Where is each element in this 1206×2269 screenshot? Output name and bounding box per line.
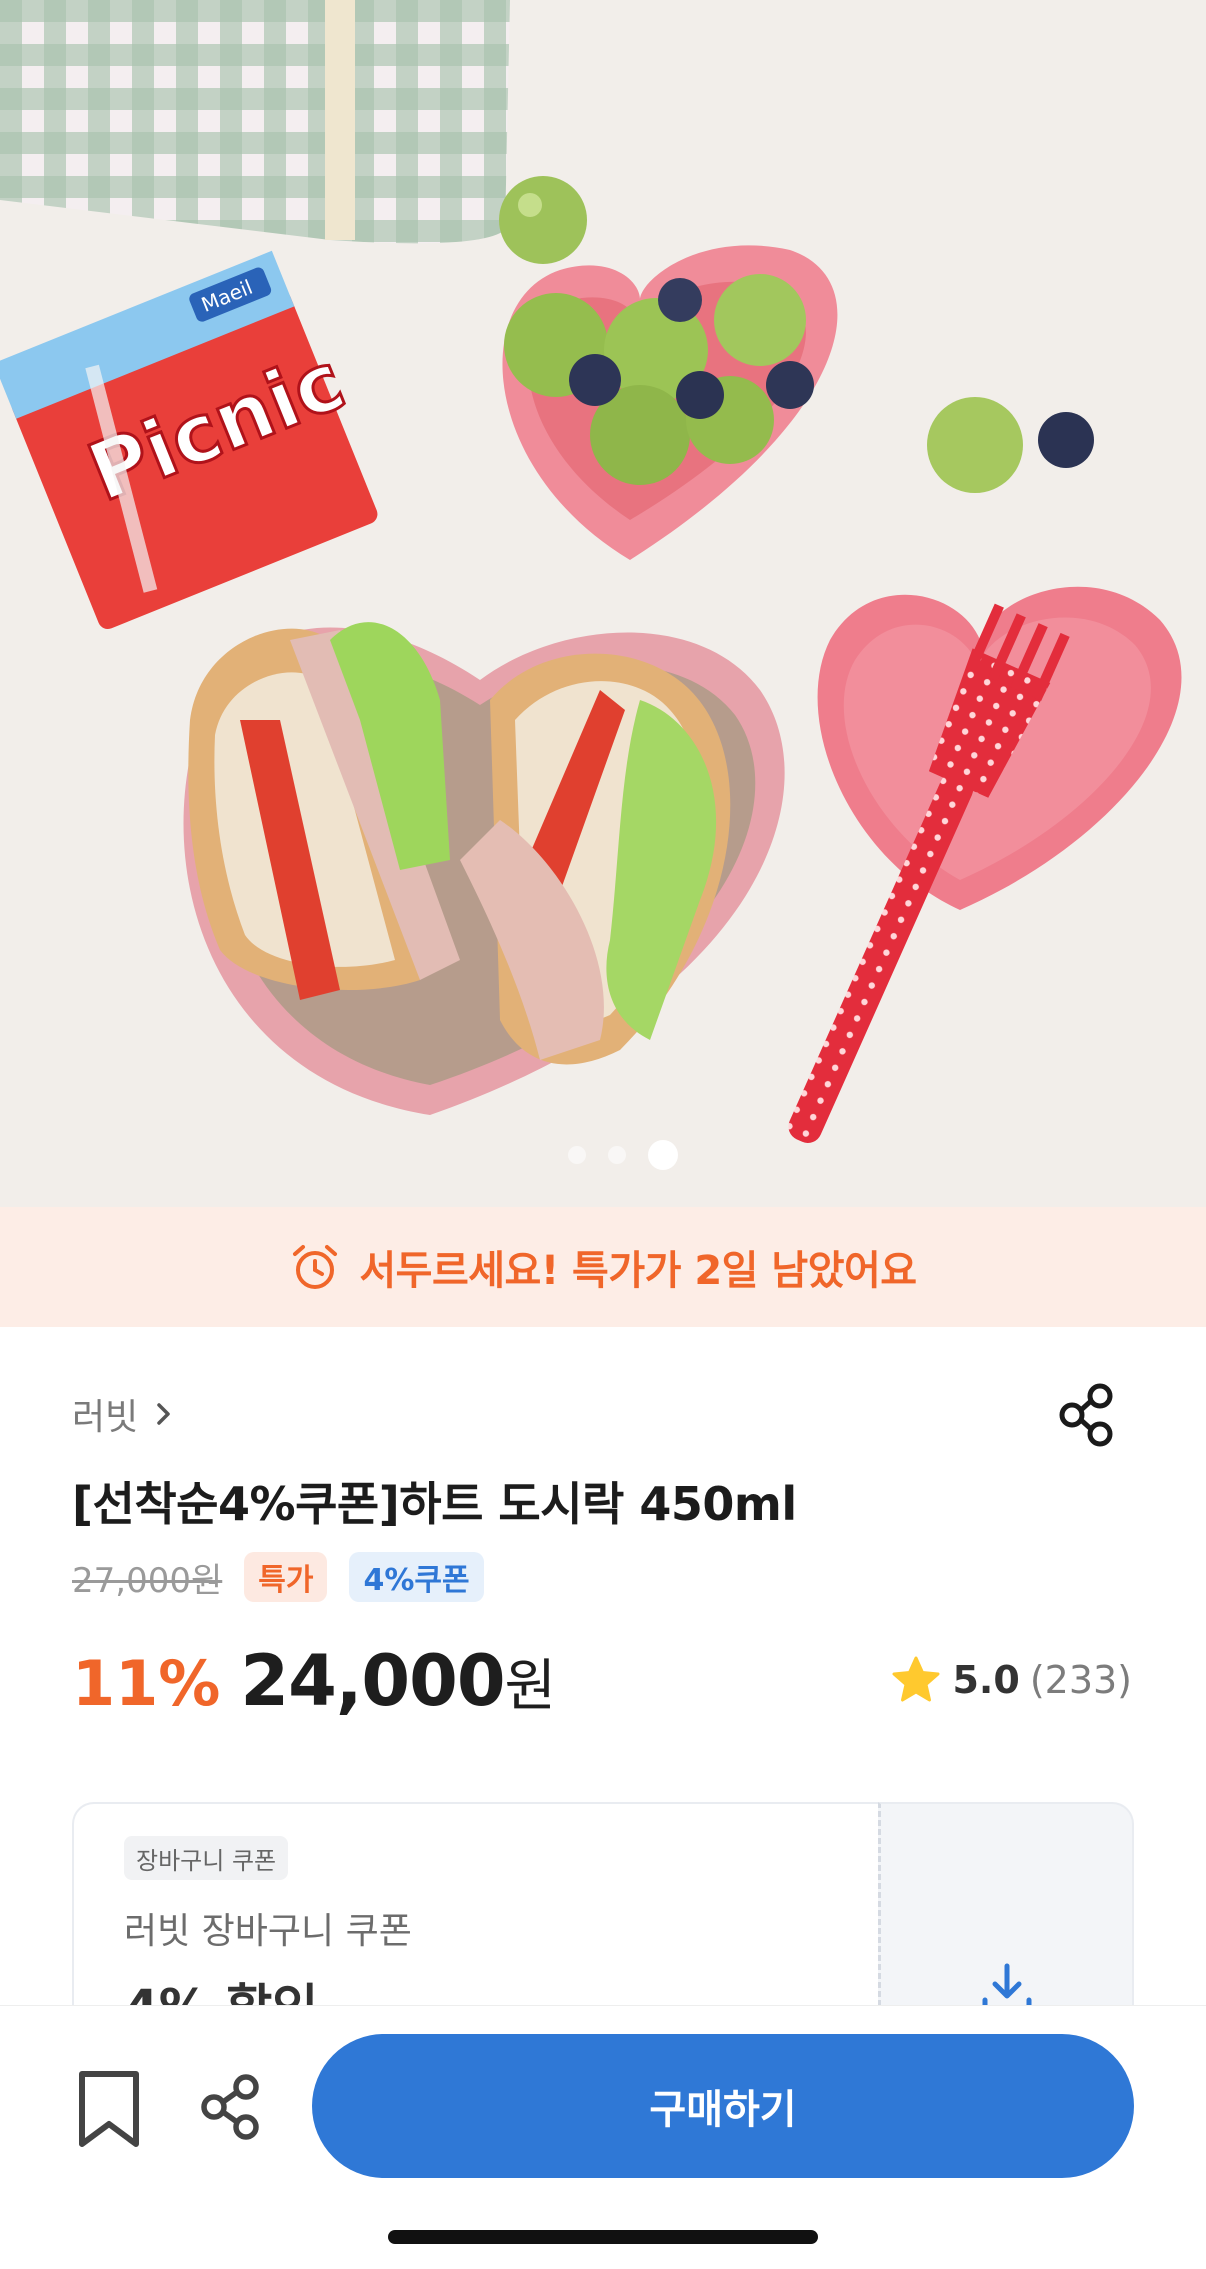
bookmark-icon[interactable]: [72, 2068, 146, 2150]
star-icon: [892, 1656, 940, 1702]
product-image-carousel[interactable]: Picnic Maeil: [0, 0, 1206, 1207]
coupon-tag: 4%쿠폰: [349, 1552, 484, 1602]
alarm-clock-icon: [293, 1245, 338, 1289]
coupon-name: 러빗 장바구니 쿠폰: [124, 1911, 412, 1952]
product-title: [선착순4%쿠폰]하트 도시락 450ml: [72, 1477, 797, 1531]
home-indicator: [388, 2230, 818, 2244]
carousel-dot-2[interactable]: [608, 1146, 626, 1164]
buy-button[interactable]: 구매하기: [312, 2034, 1134, 2178]
sale-tag: 특가: [244, 1552, 328, 1602]
share-icon-bottom[interactable]: [196, 2072, 266, 2142]
brand-name: 러빗: [72, 1397, 139, 1438]
brand-link[interactable]: 러빗: [72, 1388, 176, 1440]
review-count: (233): [1029, 1658, 1132, 1702]
rating-summary[interactable]: 5.0 (233): [890, 1654, 1132, 1706]
original-price: 27,000원: [72, 1560, 223, 1601]
sale-price: 24,000원: [240, 1640, 556, 1722]
product-photo: Picnic Maeil: [0, 0, 1206, 1207]
deal-countdown-banner: 서두르세요! 특가가 2일 남았어요: [0, 1207, 1206, 1327]
price-row: 11% 24,000원: [72, 1640, 556, 1722]
price-meta-row: 27,000원 특가 4%쿠폰: [72, 1552, 484, 1602]
carousel-dot-3-active[interactable]: [648, 1140, 678, 1170]
chevron-right-icon: [157, 1403, 170, 1425]
deal-banner-text: 서두르세요! 특가가 2일 남았어요: [359, 1248, 917, 1294]
currency-unit: 원: [504, 1654, 557, 1719]
discount-rate: 11%: [72, 1647, 221, 1720]
carousel-dot-1[interactable]: [568, 1146, 586, 1164]
share-icon[interactable]: [1054, 1382, 1120, 1448]
coupon-type-chip: 장바구니 쿠폰: [124, 1836, 289, 1880]
price-value: 24,000: [240, 1640, 505, 1722]
carousel-indicator[interactable]: [0, 1140, 1206, 1170]
rating-score: 5.0: [952, 1658, 1020, 1702]
